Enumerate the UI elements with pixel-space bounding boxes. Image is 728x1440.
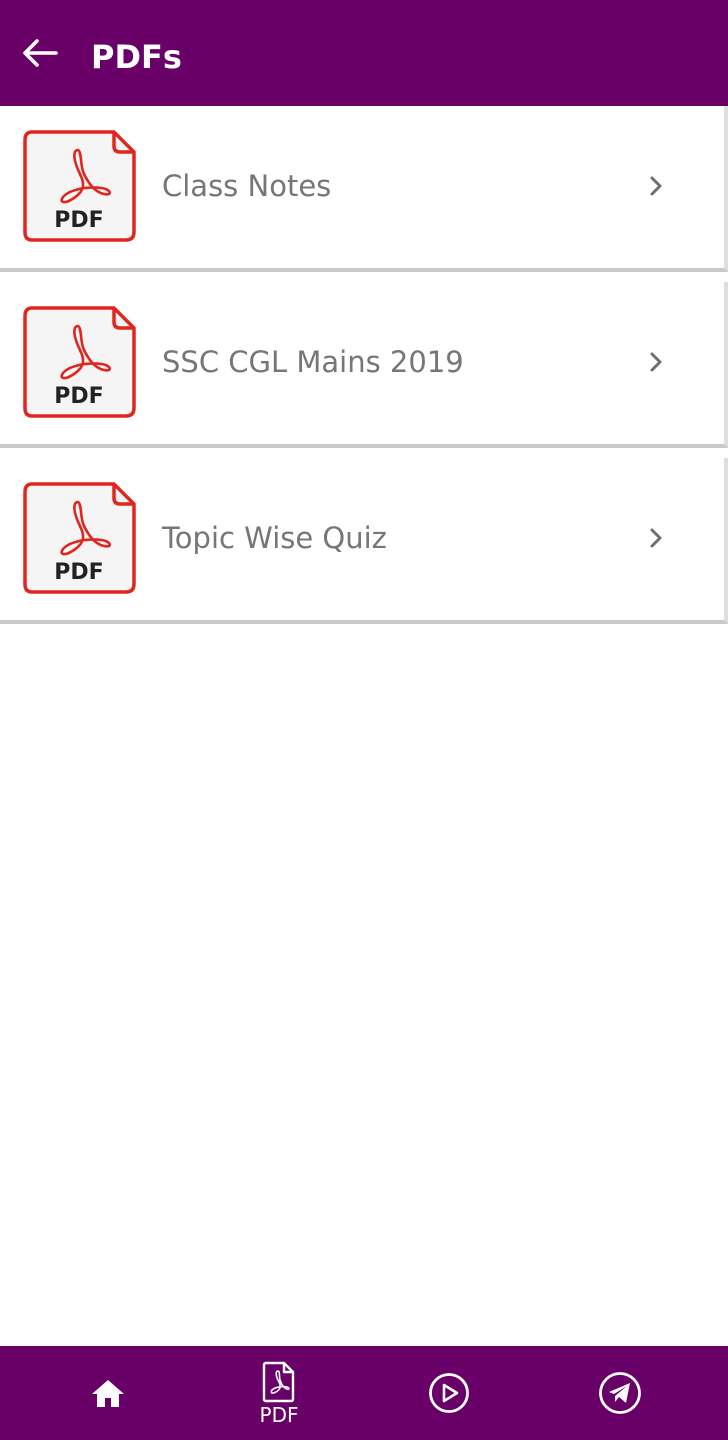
app-bar: PDFs <box>0 0 728 106</box>
nav-videos[interactable] <box>358 1346 540 1440</box>
arrow-left-icon <box>23 39 58 67</box>
nav-home[interactable] <box>17 1346 199 1440</box>
list-item-label: Class Notes <box>162 169 332 203</box>
pdf-category-list: PDF Class Notes PDF SSC CGL Mains 2019 P… <box>0 106 728 634</box>
home-icon <box>92 1380 124 1407</box>
pdf-icon <box>262 1361 295 1402</box>
telegram-icon <box>599 1372 641 1414</box>
pdf-icon-text: PDF <box>54 208 103 233</box>
list-item-class-notes[interactable]: PDF Class Notes <box>0 106 728 272</box>
pdf-icon-text: PDF <box>54 384 103 409</box>
chevron-right-icon <box>650 528 662 548</box>
nav-pdf[interactable]: PDF <box>188 1346 370 1440</box>
chevron-right-icon <box>650 176 662 196</box>
pdf-file-icon: PDF <box>23 306 136 418</box>
chevron-right-icon <box>650 352 662 372</box>
page-title: PDFs <box>91 38 182 76</box>
pdf-file-icon: PDF <box>23 130 136 242</box>
list-item-label: SSC CGL Mains 2019 <box>162 345 464 379</box>
list-item-label: Topic Wise Quiz <box>162 521 387 555</box>
list-item-ssc-cgl-mains-2019[interactable]: PDF SSC CGL Mains 2019 <box>0 282 728 448</box>
pdf-file-icon: PDF <box>23 482 136 594</box>
back-button[interactable] <box>18 31 62 75</box>
nav-pdf-label: PDF <box>259 1402 299 1427</box>
play-circle-icon <box>429 1373 469 1413</box>
bottom-navigation-bar: PDF <box>0 1346 728 1440</box>
nav-telegram[interactable] <box>529 1346 711 1440</box>
pdf-icon-text: PDF <box>54 560 103 585</box>
app-screen: PDFs PDF Class Notes PDF SSC CGL Mains 2 <box>0 0 728 1440</box>
list-item-topic-wise-quiz[interactable]: PDF Topic Wise Quiz <box>0 458 728 624</box>
